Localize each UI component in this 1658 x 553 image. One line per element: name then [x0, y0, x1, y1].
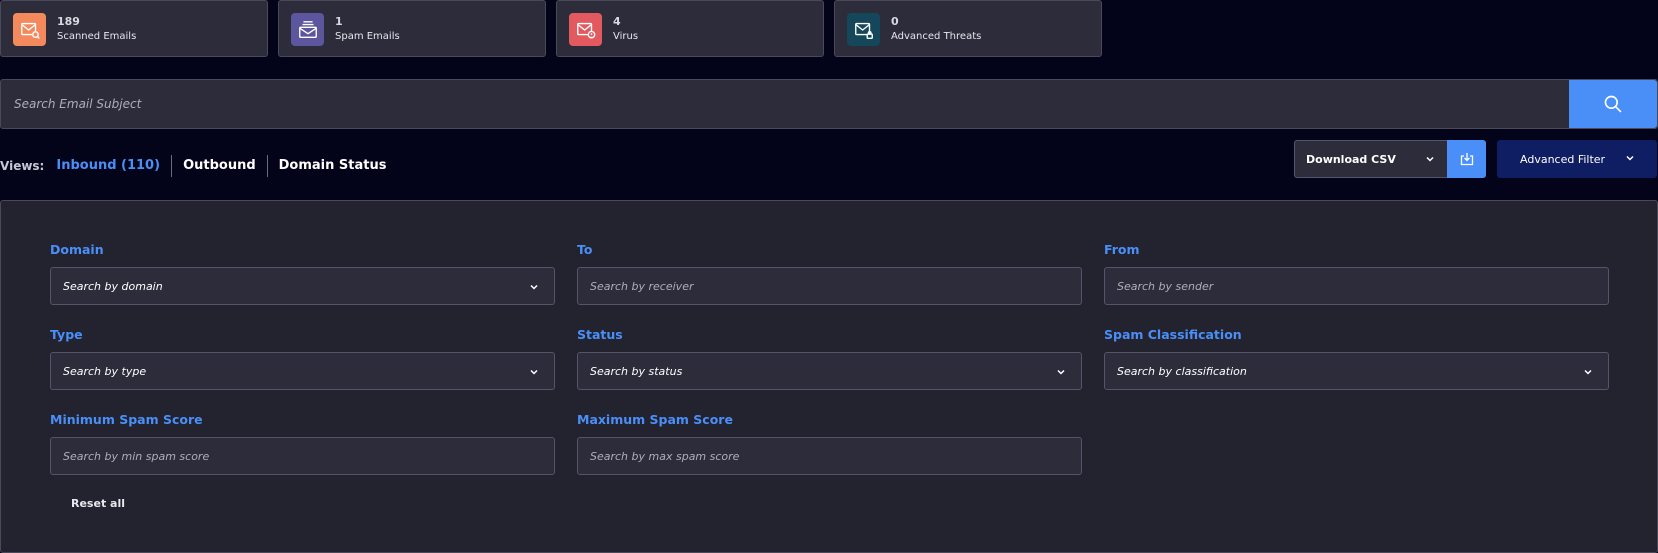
download-icon: [1460, 153, 1473, 166]
search-icon: [1604, 95, 1622, 113]
classification-select[interactable]: Search by classification: [1104, 352, 1609, 390]
download-csv-label: Download CSV: [1306, 152, 1396, 166]
stat-card-threats[interactable]: 0 Advanced Threats: [834, 0, 1102, 57]
to-input[interactable]: [578, 268, 1081, 304]
chevron-down-icon: [1626, 155, 1634, 161]
download-button[interactable]: [1447, 140, 1486, 178]
search-button[interactable]: [1569, 80, 1657, 128]
threat-mail-icon: [847, 13, 880, 46]
type-label: Type: [50, 327, 83, 342]
max-score-field: [577, 437, 1082, 475]
status-select[interactable]: Search by status: [577, 352, 1082, 390]
status-select-value: Search by status: [590, 364, 683, 378]
from-label: From: [1104, 242, 1140, 257]
stat-card-spam[interactable]: 1 Spam Emails: [278, 0, 546, 57]
subject-search-input[interactable]: [2, 81, 1568, 127]
type-select[interactable]: Search by type: [50, 352, 555, 390]
advanced-filter-panel: Domain Search by domain To From Type Sea…: [0, 200, 1658, 553]
from-input[interactable]: [1105, 268, 1608, 304]
stat-label: Spam Emails: [335, 31, 400, 42]
classification-label: Spam Classification: [1104, 327, 1242, 342]
chevron-down-icon: [1584, 369, 1592, 375]
to-field: [577, 267, 1082, 305]
stat-label: Scanned Emails: [57, 31, 137, 42]
advanced-filter-button[interactable]: Advanced Filter: [1497, 140, 1657, 178]
tab-domain-status[interactable]: Domain Status: [268, 156, 398, 176]
max-score-input[interactable]: [578, 438, 1081, 474]
advanced-filter-label: Advanced Filter: [1520, 152, 1606, 166]
chevron-down-icon: [530, 369, 538, 375]
stat-value: 189: [57, 15, 80, 28]
stat-value: 1: [335, 15, 343, 28]
type-select-value: Search by type: [63, 364, 147, 378]
domain-label: Domain: [50, 242, 104, 257]
min-score-field: [50, 437, 555, 475]
to-label: To: [577, 242, 593, 257]
classification-select-value: Search by classification: [1117, 364, 1247, 378]
stat-card-virus[interactable]: 4 Virus: [556, 0, 824, 57]
chevron-down-icon: [1057, 369, 1065, 375]
chevron-down-icon: [1426, 156, 1434, 162]
stat-label: Advanced Threats: [891, 31, 982, 42]
min-score-input[interactable]: [51, 438, 554, 474]
min-score-label: Minimum Spam Score: [50, 412, 203, 427]
stat-card-scanned[interactable]: 189 Scanned Emails: [0, 0, 268, 57]
domain-select-value: Search by domain: [63, 279, 163, 293]
views-nav: Views: Inbound (110) Outbound Domain Sta…: [0, 155, 397, 177]
tab-inbound[interactable]: Inbound (110): [56, 156, 171, 176]
stat-value: 4: [613, 15, 621, 28]
mail-search-icon: [13, 13, 46, 46]
virus-mail-icon: [569, 13, 602, 46]
chevron-down-icon: [530, 284, 538, 290]
views-label: Views:: [0, 159, 45, 173]
tab-outbound[interactable]: Outbound: [172, 156, 267, 176]
reset-all-button[interactable]: Reset all: [71, 497, 125, 510]
subject-search-bar: [0, 79, 1658, 129]
domain-select[interactable]: Search by domain: [50, 267, 555, 305]
stat-label: Virus: [613, 31, 639, 42]
stat-value: 0: [891, 15, 899, 28]
download-csv-select[interactable]: Download CSV: [1294, 140, 1448, 178]
max-score-label: Maximum Spam Score: [577, 412, 733, 427]
spam-mail-icon: [291, 13, 324, 46]
from-field: [1104, 267, 1609, 305]
status-label: Status: [577, 327, 623, 342]
